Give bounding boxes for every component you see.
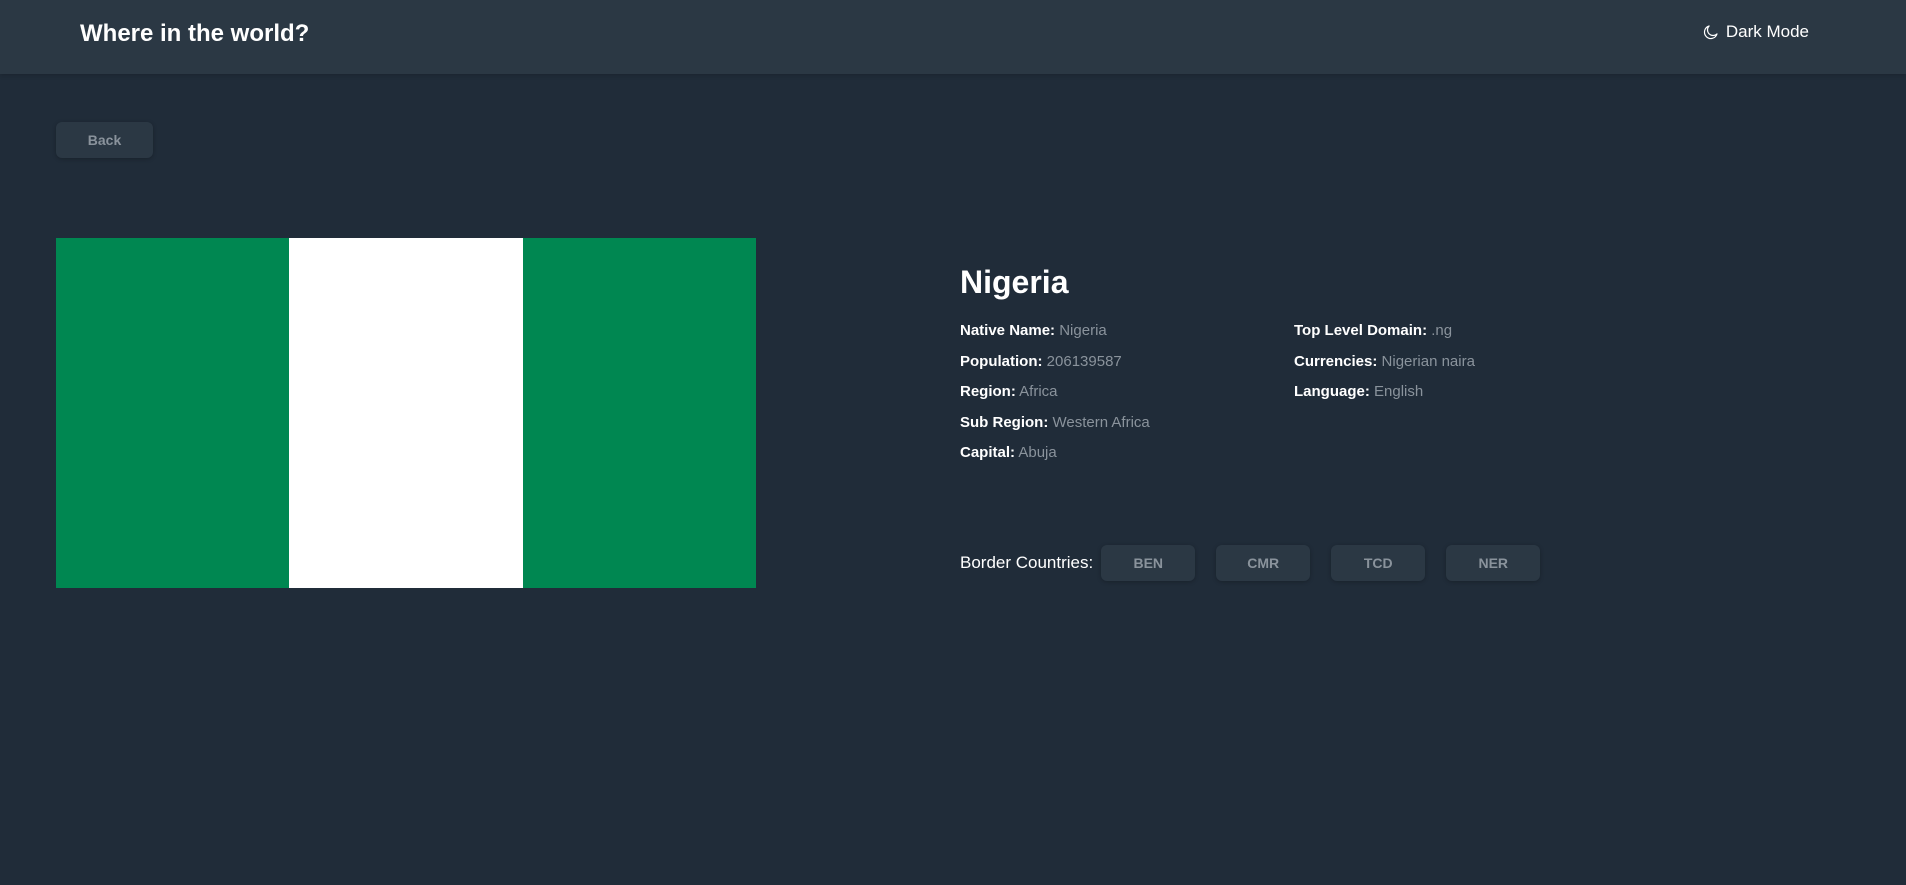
details-primary: Native Name: Nigeria Population: 2061395… (960, 322, 1150, 462)
border-country-button-cmr[interactable]: CMR (1216, 545, 1311, 581)
language-label: Language: (1294, 383, 1370, 400)
native-name-label: Native Name: (960, 322, 1056, 339)
dark-mode-label: Dark Mode (1725, 22, 1809, 41)
capital-label: Capital: (960, 444, 1016, 461)
app-header: Where in the world? Dark Mode (0, 0, 1906, 74)
border-countries: Border Countries: BEN CMR TCD NER (960, 545, 1561, 581)
moon-icon (1703, 25, 1718, 40)
country-flag (56, 238, 756, 588)
capital-row: Capital: Abuja (960, 444, 1150, 462)
flag-band-right (522, 238, 756, 588)
country-name: Nigeria (960, 264, 1069, 300)
region-row: Region: Africa (960, 383, 1150, 401)
native-name-row: Native Name: Nigeria (960, 322, 1150, 340)
border-country-button-ben[interactable]: BEN (1101, 545, 1196, 581)
dark-mode-toggle[interactable]: Dark Mode (1702, 22, 1809, 42)
details-secondary: Top Level Domain: .ng Currencies: Nigeri… (1294, 322, 1475, 401)
native-name-value: Nigeria (1059, 322, 1107, 339)
border-country-button-ner[interactable]: NER (1446, 545, 1541, 581)
population-label: Population: (960, 352, 1043, 370)
top-level-domain-row: Top Level Domain: .ng (1294, 322, 1475, 340)
region-label: Region: (960, 383, 1016, 400)
sub-region-row: Sub Region: Western Africa (960, 414, 1150, 432)
top-level-domain-value: .ng (1431, 322, 1453, 339)
capital-value: Abuja (1018, 444, 1057, 461)
flag-band-left (56, 238, 290, 588)
app-title: Where in the world? (80, 20, 310, 47)
language-value: English (1374, 383, 1424, 400)
population-row: Population: 206139587 (960, 353, 1150, 371)
sub-region-label: Sub Region: (960, 413, 1049, 431)
region-value: Africa (1019, 383, 1058, 400)
back-button[interactable]: Back (56, 122, 153, 158)
border-country-button-tcd[interactable]: TCD (1331, 545, 1426, 581)
currencies-value: Nigerian naira (1381, 352, 1475, 370)
border-countries-label: Border Countries: (960, 553, 1094, 572)
sub-region-value: Western Africa (1052, 413, 1150, 431)
currencies-row: Currencies: Nigerian naira (1294, 353, 1475, 371)
currencies-label: Currencies: (1294, 352, 1378, 370)
population-value: 206139587 (1046, 352, 1122, 370)
flag-band-center (289, 238, 523, 588)
language-row: Language: English (1294, 383, 1475, 401)
top-level-domain-label: Top Level Domain: (1294, 322, 1428, 339)
